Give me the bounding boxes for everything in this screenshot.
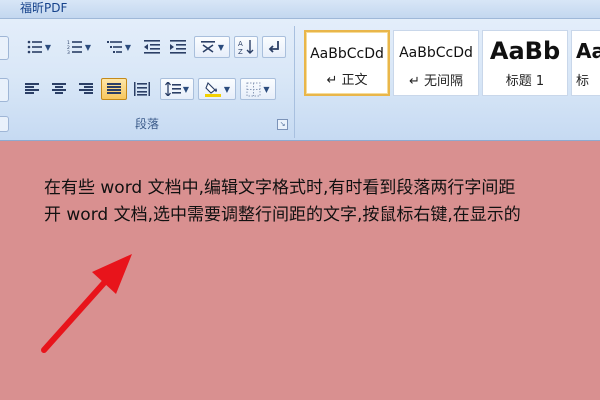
red-arrow-annotation xyxy=(41,254,132,353)
